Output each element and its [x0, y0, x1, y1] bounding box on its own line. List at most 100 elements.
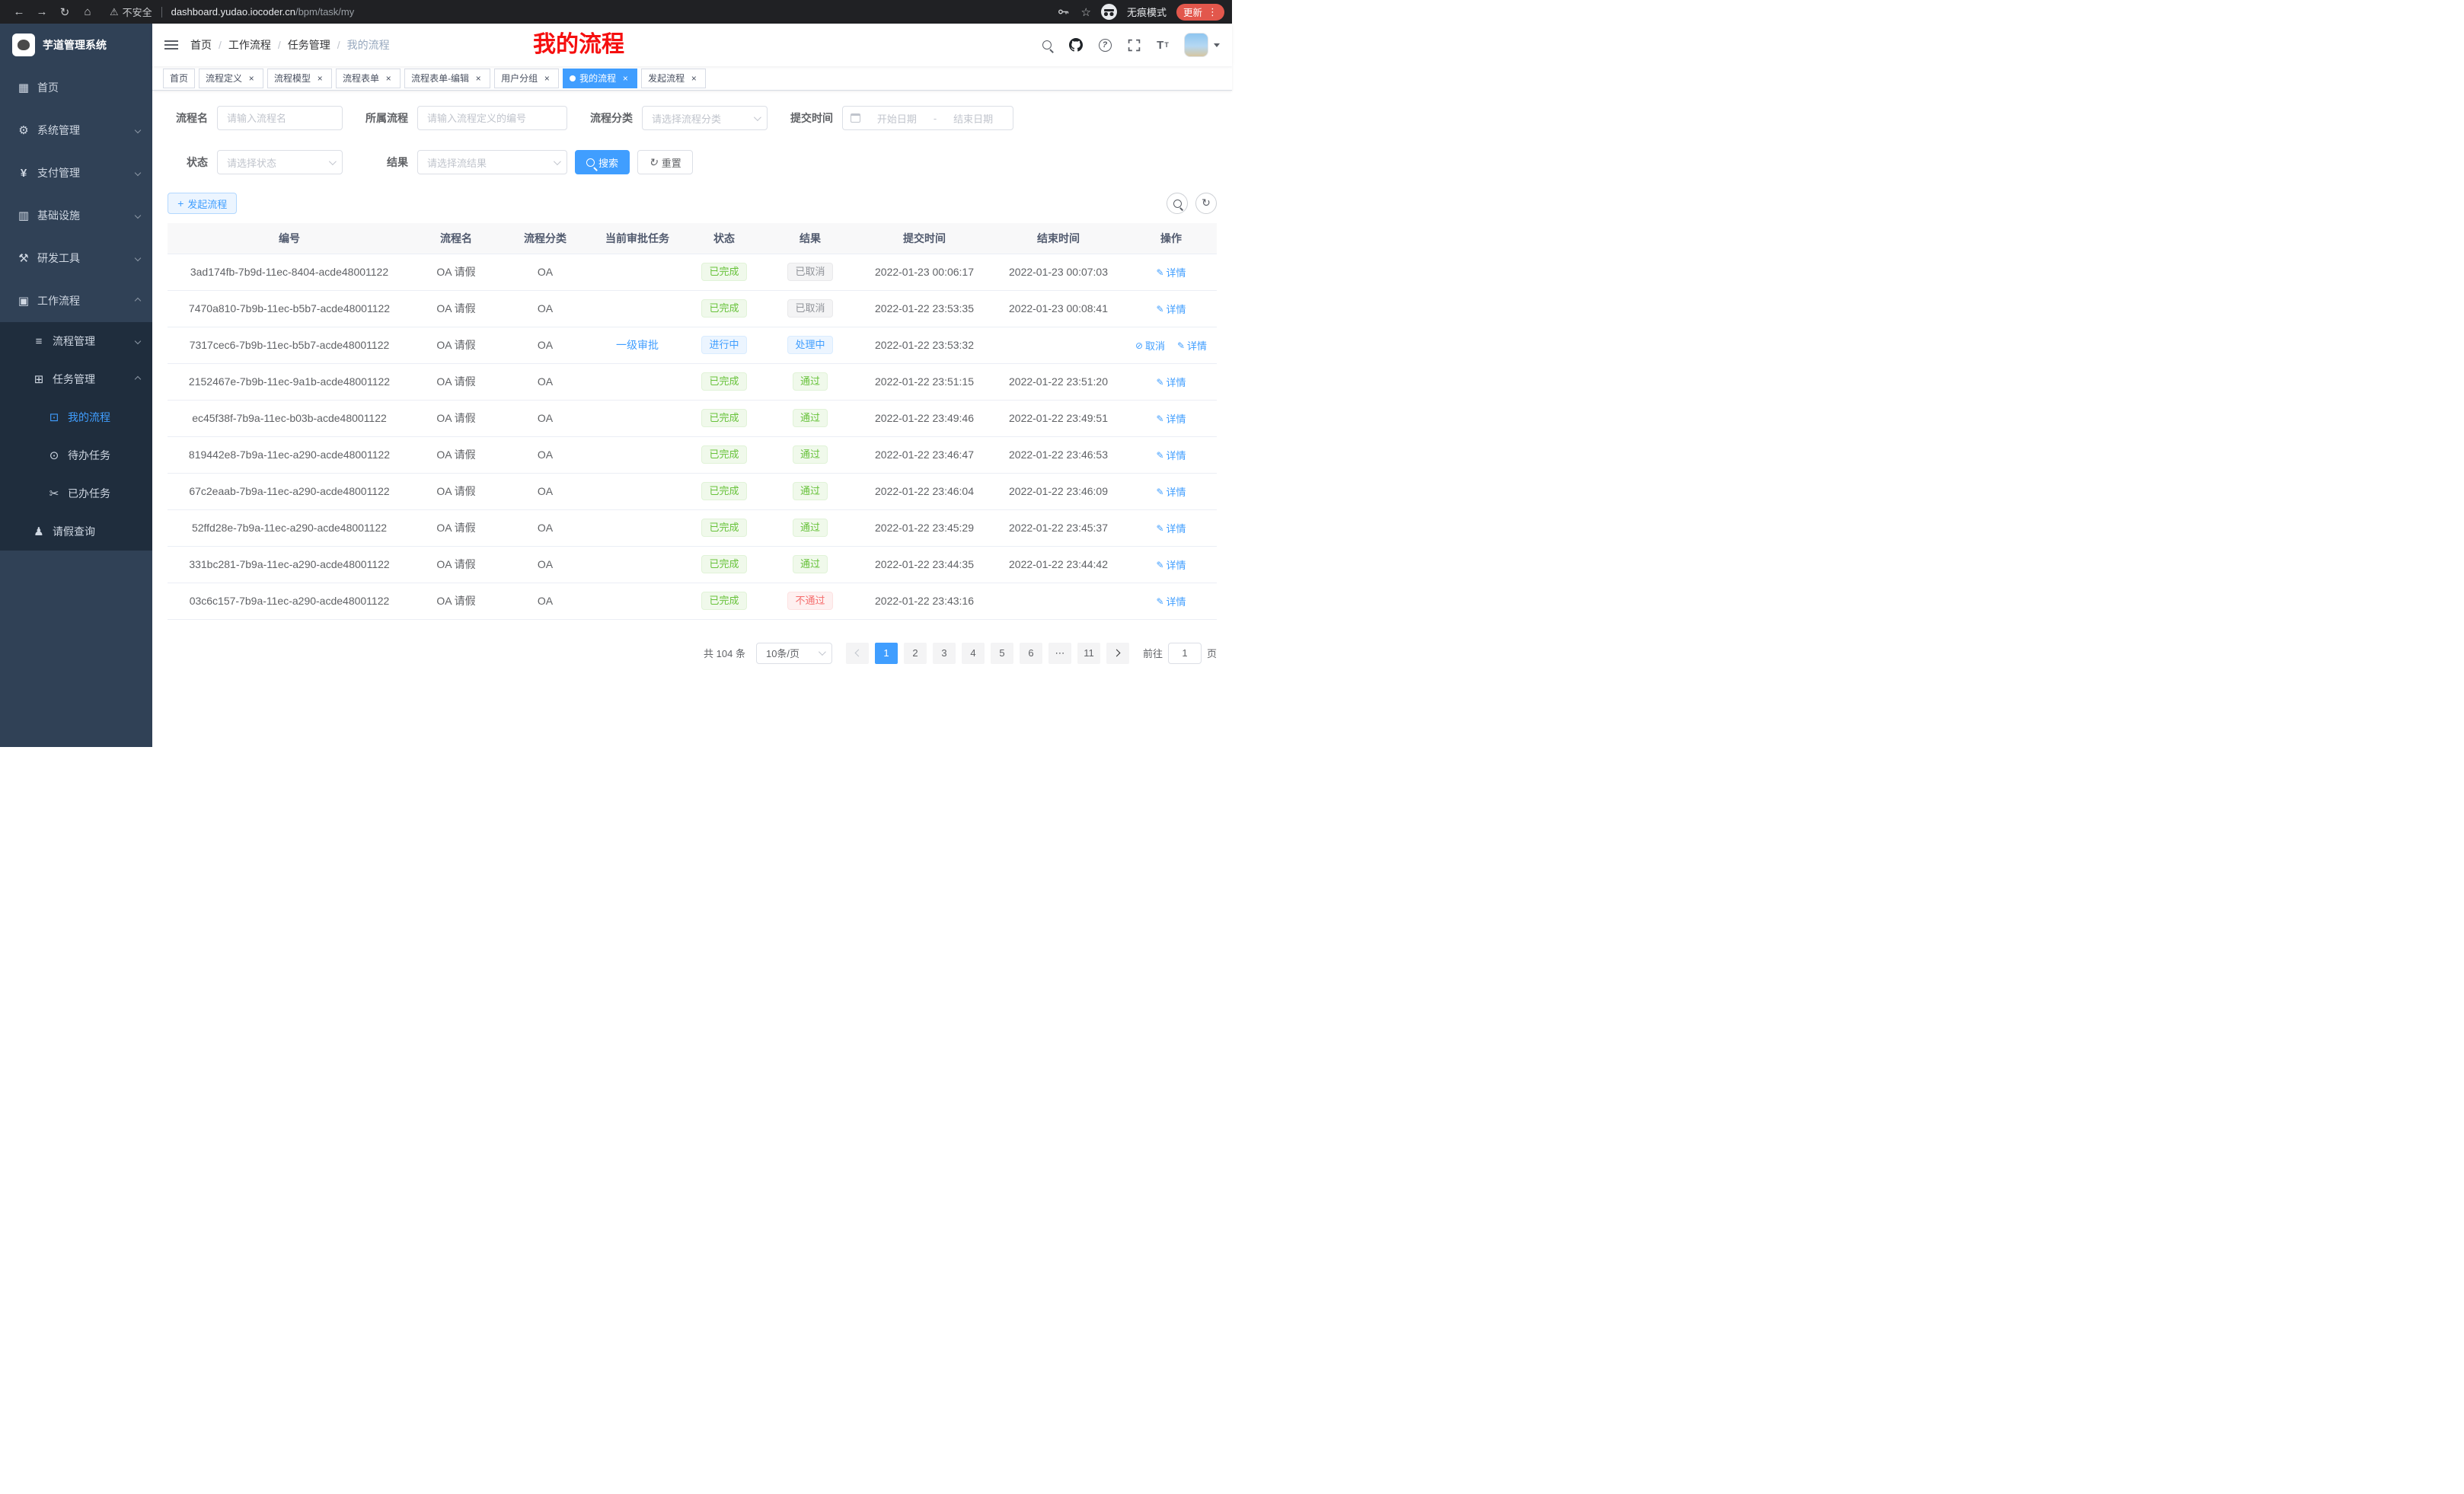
search-icon[interactable] [1039, 37, 1055, 53]
tab-process-form[interactable]: 流程表单 [336, 69, 401, 88]
page-button[interactable]: 6 [1020, 643, 1042, 664]
result-select[interactable]: 请选择流结果 [417, 150, 567, 174]
page-button[interactable]: 4 [962, 643, 985, 664]
detail-button[interactable]: 详情 [1156, 521, 1186, 535]
address-bar[interactable]: dashboard.yudao.iocoder.cn/bpm/task/my [171, 6, 355, 18]
reset-button[interactable]: 重置 [637, 150, 693, 174]
process-category-select[interactable]: 请选择流程分类 [642, 106, 768, 130]
detail-button[interactable]: 详情 [1177, 338, 1207, 353]
sidebar-item-infrastructure[interactable]: 基础设施 [0, 194, 152, 237]
page-button[interactable]: 3 [933, 643, 956, 664]
sidebar-item-home[interactable]: 首页 [0, 66, 152, 109]
browser-back-icon[interactable] [8, 5, 30, 18]
process-def-input[interactable] [417, 106, 567, 130]
detail-button[interactable]: 详情 [1156, 302, 1186, 316]
detail-button[interactable]: 详情 [1156, 411, 1186, 426]
cancel-button[interactable]: 取消 [1135, 338, 1165, 353]
sidebar-item-todo-tasks[interactable]: 待办任务 [0, 436, 152, 474]
sidebar-item-system[interactable]: 系统管理 [0, 109, 152, 152]
cell-name: OA 请假 [411, 509, 501, 546]
sidebar-item-process-mgmt[interactable]: 流程管理 [0, 322, 152, 360]
tab-home[interactable]: 首页 [163, 69, 195, 88]
browser-reload-icon[interactable] [53, 5, 76, 19]
next-page-button[interactable] [1106, 643, 1129, 664]
submit-time-range-picker[interactable]: 开始日期 - 结束日期 [842, 106, 1013, 130]
page-button[interactable]: 2 [904, 643, 927, 664]
page-button[interactable]: 5 [991, 643, 1013, 664]
cell-end-time: 2022-01-23 00:08:41 [991, 290, 1125, 327]
col-status: 状态 [685, 223, 763, 254]
close-icon[interactable] [383, 73, 394, 84]
table-row: 819442e8-7b9a-11ec-a290-acde48001122 OA … [168, 436, 1217, 473]
breadcrumb-home[interactable]: 首页 [190, 37, 212, 53]
close-icon[interactable] [473, 73, 484, 84]
sidebar-item-payment[interactable]: 支付管理 [0, 152, 152, 194]
prev-page-button[interactable] [846, 643, 869, 664]
status-select[interactable]: 请选择状态 [217, 150, 343, 174]
search-button[interactable]: 搜索 [575, 150, 630, 174]
detail-button[interactable]: 详情 [1156, 448, 1186, 462]
tab-user-group[interactable]: 用户分组 [494, 69, 559, 88]
app-logo[interactable]: 芋道管理系统 [0, 24, 152, 66]
more-pages-button[interactable]: ⋯ [1048, 643, 1071, 664]
process-name-input[interactable] [217, 106, 343, 130]
tab-process-form-edit[interactable]: 流程表单-编辑 [404, 69, 490, 88]
caret-down-icon [1214, 43, 1220, 47]
user-menu[interactable] [1184, 33, 1220, 57]
avatar[interactable] [1184, 33, 1208, 57]
select-placeholder: 请选择状态 [227, 155, 329, 170]
cell-end-time [991, 583, 1125, 619]
cell-submit-time: 2022-01-22 23:53:32 [857, 327, 991, 363]
tab-my-process[interactable]: 我的流程 [563, 69, 637, 88]
page-button[interactable]: 11 [1077, 643, 1100, 664]
sidebar-item-workflow[interactable]: 工作流程 [0, 279, 152, 322]
current-task-link[interactable]: 一级审批 [616, 337, 659, 353]
detail-button[interactable]: 详情 [1156, 557, 1186, 572]
bookmark-star-icon[interactable] [1081, 5, 1091, 19]
close-icon[interactable] [246, 73, 257, 84]
incognito-label: 无痕模式 [1127, 5, 1167, 19]
tab-process-model[interactable]: 流程模型 [267, 69, 332, 88]
cell-current-task [589, 290, 685, 327]
chevron-right-icon [1113, 650, 1121, 657]
toggle-search-button[interactable] [1167, 193, 1188, 214]
hamburger-icon[interactable] [164, 40, 178, 49]
page-button[interactable]: 1 [875, 643, 898, 664]
browser-update-button[interactable]: 更新 [1176, 4, 1224, 21]
tab-process-definition[interactable]: 流程定义 [199, 69, 263, 88]
breadcrumb-current: 我的流程 [347, 37, 390, 53]
detail-button[interactable]: 详情 [1156, 594, 1186, 608]
cell-current-task [589, 254, 685, 290]
breadcrumb-task-mgmt[interactable]: 任务管理 [288, 37, 330, 53]
breadcrumb-workflow[interactable]: 工作流程 [228, 37, 271, 53]
detail-button[interactable]: 详情 [1156, 484, 1186, 499]
page-size-select[interactable]: 10条/页 [756, 643, 832, 664]
page-title-annotation: 我的流程 [533, 30, 624, 59]
close-icon[interactable] [688, 73, 699, 84]
browser-forward-icon[interactable] [30, 5, 53, 18]
password-key-icon[interactable] [1056, 5, 1071, 20]
sidebar-item-my-process[interactable]: 我的流程 [0, 398, 152, 436]
refresh-table-button[interactable] [1195, 193, 1217, 214]
close-icon[interactable] [314, 73, 325, 84]
sidebar-item-devtools[interactable]: 研发工具 [0, 237, 152, 279]
goto-page-input[interactable] [1168, 643, 1202, 664]
sidebar-item-task-mgmt[interactable]: 任务管理 [0, 360, 152, 398]
result-badge: 已取消 [787, 263, 832, 281]
browser-home-icon[interactable] [76, 5, 99, 18]
security-label: 不安全 [123, 5, 152, 19]
security-chip[interactable]: 不安全 [110, 5, 152, 19]
fullscreen-icon[interactable] [1126, 37, 1141, 53]
sidebar-item-label: 基础设施 [37, 208, 80, 223]
sidebar-item-done-tasks[interactable]: 已办任务 [0, 474, 152, 512]
start-process-button[interactable]: 发起流程 [168, 193, 237, 214]
tab-start-process[interactable]: 发起流程 [641, 69, 706, 88]
font-size-icon[interactable] [1155, 37, 1170, 53]
sidebar-item-leave-query[interactable]: 请假查询 [0, 512, 152, 551]
github-icon[interactable] [1068, 37, 1084, 53]
help-icon[interactable] [1097, 37, 1112, 53]
close-icon[interactable] [541, 73, 552, 84]
detail-button[interactable]: 详情 [1156, 375, 1186, 389]
close-icon[interactable] [620, 73, 630, 84]
detail-button[interactable]: 详情 [1156, 265, 1186, 279]
